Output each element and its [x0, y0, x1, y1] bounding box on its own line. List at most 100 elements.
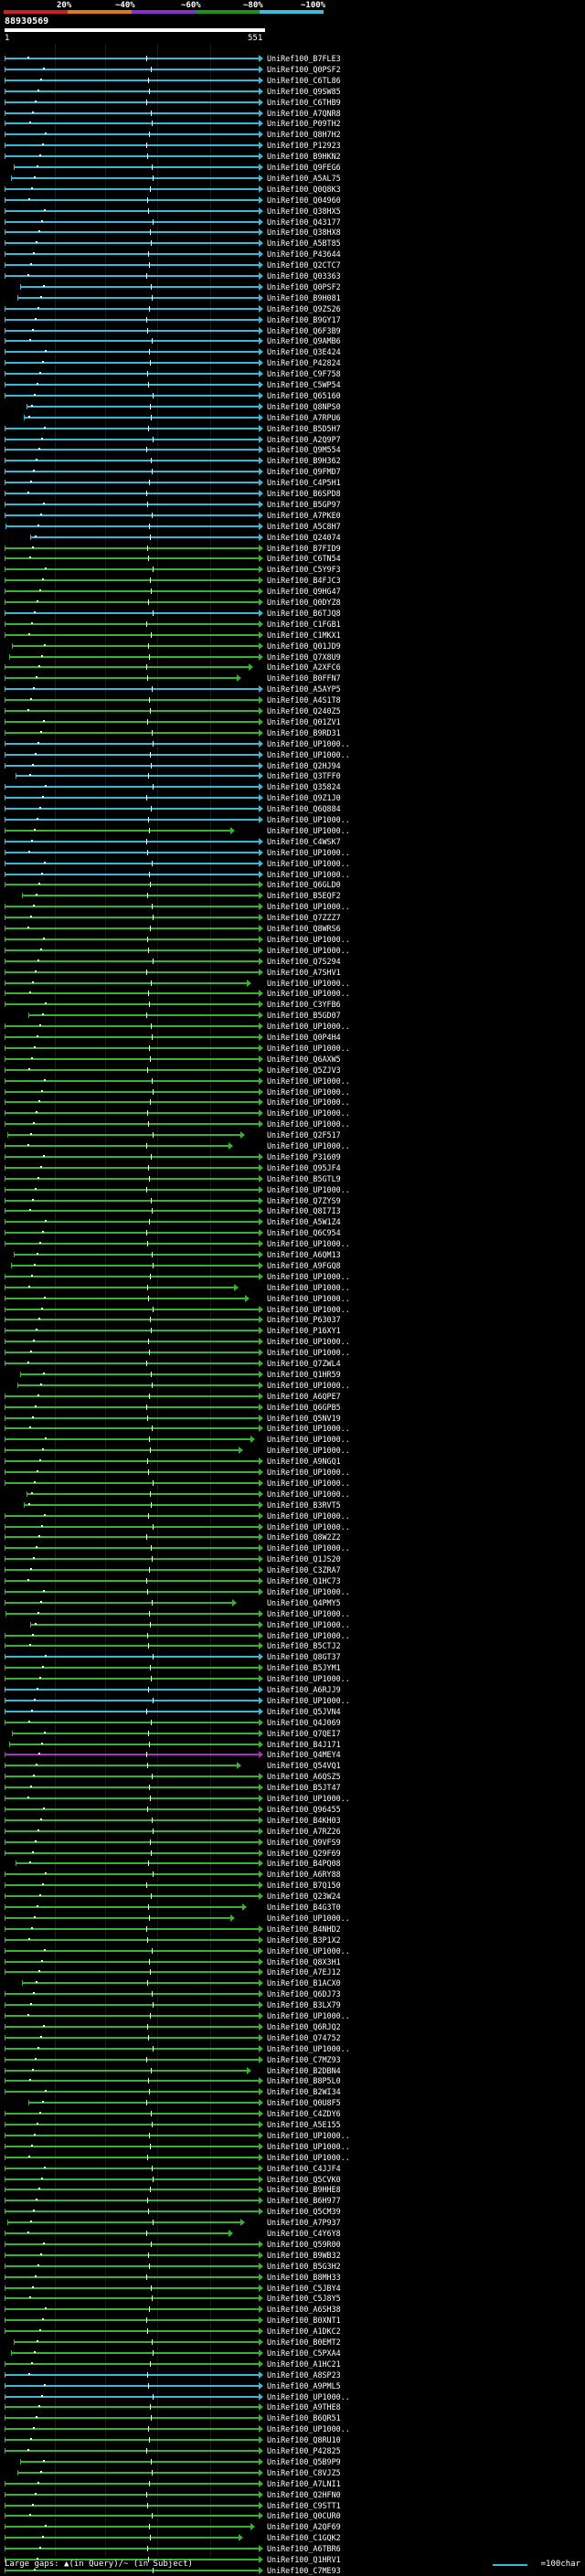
hit-alignment-bar[interactable]: [9, 655, 259, 658]
hit-row[interactable]: UniRef100_UP1000..: [0, 2424, 585, 2433]
hit-label[interactable]: UniRef100_Q0P4H4: [267, 1033, 341, 1042]
hit-row[interactable]: UniRef100_C5PXA4: [0, 2348, 585, 2358]
hit-alignment-bar[interactable]: [5, 471, 259, 473]
hit-alignment-bar[interactable]: [5, 242, 259, 245]
hit-row[interactable]: UniRef100_Q8X3H1: [0, 1957, 585, 1966]
hit-row[interactable]: UniRef100_Q01JD9: [0, 641, 585, 651]
hit-alignment-bar[interactable]: [5, 1927, 259, 1930]
hit-row[interactable]: UniRef100_P42825: [0, 2446, 585, 2455]
hit-alignment-bar[interactable]: [5, 373, 259, 376]
hit-alignment-bar[interactable]: [5, 514, 259, 516]
hit-alignment-bar[interactable]: [5, 1079, 259, 1082]
hit-label[interactable]: UniRef100_A5BT85: [267, 239, 341, 248]
hit-row[interactable]: UniRef100_Q5CVK0: [0, 2175, 585, 2184]
hit-alignment-bar[interactable]: [5, 460, 259, 462]
hit-row[interactable]: UniRef100_UP1000..: [0, 1087, 585, 1097]
hit-row[interactable]: UniRef100_Q0PSF2: [0, 282, 585, 292]
hit-row[interactable]: UniRef100_B6TJQ8: [0, 609, 585, 618]
hit-alignment-bar[interactable]: [5, 688, 259, 691]
hit-alignment-bar[interactable]: [11, 176, 259, 179]
hit-label[interactable]: UniRef100_Q9HG47: [267, 587, 341, 596]
hit-label[interactable]: UniRef100_B8MH33: [267, 2273, 341, 2282]
hit-label[interactable]: UniRef100_Q8GT37: [267, 1652, 341, 1661]
hit-alignment-bar[interactable]: [5, 1319, 259, 1321]
hit-label[interactable]: UniRef100_C7MZ93: [267, 2055, 341, 2064]
hit-label[interactable]: UniRef100_B4NHD2: [267, 1924, 341, 1934]
hit-row[interactable]: UniRef100_B5CTJ2: [0, 1641, 585, 1650]
hit-row[interactable]: UniRef100_UP1000..: [0, 2142, 585, 2151]
hit-label[interactable]: UniRef100_UP1000..: [267, 1913, 350, 1923]
hit-alignment-bar[interactable]: [5, 970, 259, 973]
hit-row[interactable]: UniRef100_P31609: [0, 1152, 585, 1161]
hit-row[interactable]: UniRef100_Q2HJ94: [0, 761, 585, 770]
hit-row[interactable]: UniRef100_UP1000..: [0, 826, 585, 835]
hit-alignment-bar[interactable]: [5, 2373, 259, 2376]
hit-row[interactable]: UniRef100_C6THB9: [0, 98, 585, 107]
hit-label[interactable]: UniRef100_Q5CVK0: [267, 2175, 341, 2184]
hit-alignment-bar[interactable]: [5, 1145, 229, 1147]
hit-label[interactable]: UniRef100_C1MKX1: [267, 631, 341, 640]
hit-label[interactable]: UniRef100_A9PML5: [267, 2381, 341, 2390]
hit-label[interactable]: UniRef100_UP1000..: [267, 1479, 350, 1488]
hit-row[interactable]: UniRef100_UP1000..: [0, 1543, 585, 1553]
hit-label[interactable]: UniRef100_A6QM13: [267, 1250, 341, 1259]
hit-row[interactable]: UniRef100_Q74752: [0, 2033, 585, 2042]
hit-alignment-bar[interactable]: [14, 166, 259, 168]
hit-label[interactable]: UniRef100_UP1000..: [267, 1283, 350, 1292]
hit-row[interactable]: UniRef100_C5JBY4: [0, 2284, 585, 2293]
hit-label[interactable]: UniRef100_A6QPE7: [267, 1392, 341, 1401]
hit-row[interactable]: UniRef100_B4FJC3: [0, 576, 585, 585]
hit-alignment-bar[interactable]: [5, 1460, 259, 1463]
hit-alignment-bar[interactable]: [5, 231, 259, 234]
hit-alignment-bar[interactable]: [5, 2124, 259, 2125]
hit-row[interactable]: UniRef100_A9FGQ8: [0, 1261, 585, 1270]
hit-label[interactable]: UniRef100_B5EQF2: [267, 891, 341, 900]
hit-label[interactable]: UniRef100_A2QF69: [267, 2522, 341, 2531]
hit-alignment-bar[interactable]: [5, 633, 259, 636]
hit-row[interactable]: UniRef100_P63037: [0, 1315, 585, 1324]
hit-alignment-bar[interactable]: [17, 1383, 259, 1386]
hit-label[interactable]: UniRef100_A6SH38: [267, 2305, 341, 2314]
hit-label[interactable]: UniRef100_Q7ZYS9: [267, 1196, 341, 1205]
hit-alignment-bar[interactable]: [5, 394, 259, 397]
hit-row[interactable]: UniRef100_Q6GLD0: [0, 880, 585, 889]
hit-row[interactable]: UniRef100_B5G3H2: [0, 2262, 585, 2271]
hit-alignment-bar[interactable]: [20, 1373, 259, 1375]
hit-row[interactable]: UniRef100_C9F758: [0, 369, 585, 378]
hit-label[interactable]: UniRef100_B6TJQ8: [267, 609, 341, 618]
hit-row[interactable]: UniRef100_P16XY1: [0, 1326, 585, 1335]
hit-row[interactable]: UniRef100_B7Q150: [0, 1881, 585, 1890]
hit-alignment-bar[interactable]: [5, 622, 259, 625]
hit-label[interactable]: UniRef100_B7FID9: [267, 544, 341, 553]
hit-label[interactable]: UniRef100_Q3TFF0: [267, 771, 341, 780]
hit-alignment-bar[interactable]: [30, 535, 259, 538]
hit-label[interactable]: UniRef100_Q7QEI7: [267, 1729, 341, 1738]
hit-alignment-bar[interactable]: [14, 2341, 259, 2343]
hit-row[interactable]: UniRef100_A9NGQ1: [0, 1457, 585, 1466]
hit-label[interactable]: UniRef100_B4KH03: [267, 1816, 341, 1825]
hit-label[interactable]: UniRef100_UP1000..: [267, 2131, 350, 2140]
hit-alignment-bar[interactable]: [5, 590, 259, 593]
hit-row[interactable]: UniRef100_B6H977: [0, 2196, 585, 2205]
hit-label[interactable]: UniRef100_B0FFN7: [267, 673, 341, 683]
hit-label[interactable]: UniRef100_Q0PSF2: [267, 282, 341, 292]
hit-row[interactable]: UniRef100_B0EMT2: [0, 2337, 585, 2347]
hit-label[interactable]: UniRef100_Q7S294: [267, 957, 341, 966]
hit-label[interactable]: UniRef100_UP1000..: [267, 902, 350, 911]
hit-alignment-bar[interactable]: [5, 1188, 259, 1191]
hit-row[interactable]: UniRef100_A6QSZ5: [0, 1772, 585, 1781]
hit-label[interactable]: UniRef100_B3P1X2: [267, 1935, 341, 1945]
hit-label[interactable]: UniRef100_A9NGQ1: [267, 1457, 341, 1466]
hit-label[interactable]: UniRef100_Q6Q884: [267, 804, 341, 813]
hit-alignment-bar[interactable]: [5, 493, 259, 494]
hit-row[interactable]: UniRef100_A6QPE7: [0, 1392, 585, 1401]
hit-row[interactable]: UniRef100_B8MH33: [0, 2273, 585, 2282]
hit-label[interactable]: UniRef100_Q7X8U9: [267, 652, 341, 662]
hit-alignment-bar[interactable]: [5, 1514, 259, 1517]
hit-label[interactable]: UniRef100_P12923: [267, 141, 341, 150]
hit-alignment-bar[interactable]: [5, 1210, 259, 1213]
hit-alignment-bar[interactable]: [5, 1797, 259, 1799]
hit-alignment-bar[interactable]: [5, 2015, 259, 2017]
hit-alignment-bar[interactable]: [5, 122, 259, 125]
hit-row[interactable]: UniRef100_UP1000..: [0, 935, 585, 944]
